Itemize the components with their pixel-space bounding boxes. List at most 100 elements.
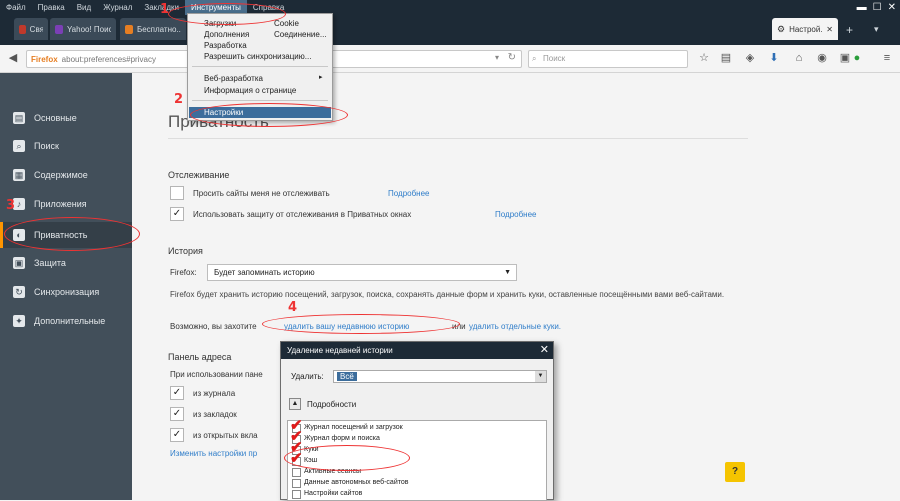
tracking-protection-learn-more-link[interactable]: Подробнее bbox=[495, 210, 537, 219]
sync-icon: ↻ bbox=[13, 286, 25, 298]
sidebar-item-general[interactable]: ▤ Основные bbox=[0, 105, 132, 131]
clear-sessions-checkbox[interactable] bbox=[292, 468, 301, 477]
menu-edit[interactable]: Правка bbox=[32, 0, 71, 15]
menu-item-connection[interactable]: Соединение... bbox=[274, 30, 327, 39]
annotation-ellipse-settings bbox=[190, 103, 348, 127]
favicon-icon bbox=[125, 24, 133, 34]
suggest-bookmarks-checkbox[interactable]: ✓ bbox=[170, 407, 184, 421]
search-placeholder: Поиск bbox=[543, 54, 566, 63]
search-input[interactable]: ⌕ Поиск bbox=[528, 50, 688, 68]
do-not-track-label: Просить сайты меня не отслеживать bbox=[193, 189, 330, 198]
tab-3[interactable]: Бесплатно... bbox=[120, 18, 186, 40]
clear-item-label: Данные автономных веб-сайтов bbox=[304, 479, 409, 486]
divider bbox=[168, 138, 748, 139]
home-icon[interactable]: ⌂ bbox=[792, 51, 806, 65]
minimize-icon[interactable]: ▬ bbox=[857, 0, 867, 15]
maximize-icon[interactable]: ☐ bbox=[873, 0, 882, 15]
sidebar-item-search[interactable]: ⌕ Поиск bbox=[0, 133, 132, 159]
clear-item-label: Журнал форм и поиска bbox=[304, 435, 380, 442]
sidebar-item-label: Приложения bbox=[34, 199, 87, 209]
sidebar-item-security[interactable]: ▣ Защита bbox=[0, 250, 132, 276]
sidebar-item-label: Поиск bbox=[34, 141, 59, 151]
identity-badge[interactable]: Firefox bbox=[31, 55, 58, 64]
tab-label: Настрой... bbox=[789, 24, 822, 34]
close-icon[interactable]: ✕ bbox=[540, 342, 549, 359]
gear-icon: ⚙ bbox=[777, 23, 786, 34]
suggest-bookmarks-label: из закладок bbox=[193, 410, 237, 419]
new-tab-icon[interactable]: + bbox=[846, 23, 853, 37]
tab-preferences[interactable]: ⚙Настрой... ✕ bbox=[772, 18, 838, 40]
navigation-toolbar: ◀ Firefox about:preferences#privacy ▾ ↻ … bbox=[0, 45, 900, 73]
sidebar-item-applications[interactable]: ♪ Приложения bbox=[0, 191, 132, 217]
download-icon[interactable]: ⬇ bbox=[767, 51, 781, 65]
menu-view[interactable]: Вид bbox=[71, 0, 97, 15]
menu-separator bbox=[192, 100, 328, 101]
time-range-select[interactable]: Всё ▼ bbox=[333, 370, 547, 383]
annotation-ellipse-privacy bbox=[4, 217, 140, 251]
menu-history[interactable]: Журнал bbox=[97, 0, 138, 15]
dropdown-arrow-icon[interactable]: ▾ bbox=[495, 53, 499, 62]
suggest-history-label: из журнала bbox=[193, 389, 236, 398]
tracking-protection-checkbox[interactable]: ✓ bbox=[170, 207, 184, 221]
clear-offline-data-checkbox[interactable] bbox=[292, 479, 301, 488]
menu-item-page-info[interactable]: Информация о странице bbox=[204, 86, 296, 95]
bookmark-star-icon[interactable]: ☆ bbox=[697, 51, 711, 65]
tab-1[interactable]: Свяжитесь с... bbox=[14, 18, 48, 40]
menu-item-sync[interactable]: Разрешить синхронизацию... bbox=[204, 52, 311, 61]
history-description: Firefox будет хранить историю посещений,… bbox=[170, 290, 725, 299]
sidebar-item-content[interactable]: ▦ Содержимое bbox=[0, 162, 132, 188]
search-icon: ⌕ bbox=[13, 140, 25, 152]
tab-list-icon[interactable]: ▾ bbox=[874, 24, 879, 35]
history-mode-select[interactable]: Будет запоминать историю ▼ bbox=[207, 264, 517, 281]
menu-item-develop[interactable]: Разработка bbox=[204, 41, 247, 50]
annotation-ellipse-checkboxes bbox=[284, 445, 410, 471]
bookmarks-list-icon[interactable]: ▤ bbox=[719, 51, 733, 65]
sidebar-item-label: Дополнительные bbox=[34, 316, 106, 326]
pocket-icon[interactable]: ◈ bbox=[743, 51, 757, 65]
hamburger-menu-icon[interactable]: ≡ bbox=[880, 51, 894, 65]
dialog-title: Удаление недавней истории bbox=[281, 342, 553, 359]
suggest-tabs-checkbox[interactable]: ✓ bbox=[170, 428, 184, 442]
suggest-tabs-label: из открытых вкла bbox=[193, 431, 258, 440]
url-text[interactable]: about:preferences#privacy bbox=[62, 55, 156, 64]
annotation-number-4: 4 bbox=[288, 300, 298, 315]
clear-site-prefs-checkbox[interactable] bbox=[292, 490, 301, 499]
menu-item-cookies[interactable]: Cookie bbox=[274, 19, 299, 28]
details-label: Подробности bbox=[307, 400, 357, 409]
address-bar-heading: Панель адреса bbox=[168, 352, 232, 362]
annotation-ellipse-tools bbox=[168, 3, 286, 25]
menu-item-addons[interactable]: Дополнения bbox=[204, 30, 249, 39]
submenu-arrow-icon: ▸ bbox=[319, 74, 323, 81]
help-button[interactable]: ? bbox=[725, 462, 745, 482]
tab-2[interactable]: Yahoo! Поиск... bbox=[50, 18, 116, 40]
close-icon[interactable]: ✕ bbox=[826, 25, 833, 34]
do-not-track-learn-more-link[interactable]: Подробнее bbox=[388, 189, 430, 198]
reader-icon[interactable]: ◉ bbox=[815, 51, 829, 65]
sidebar-item-advanced[interactable]: ✦ Дополнительные bbox=[0, 308, 132, 334]
sidebar-item-label: Содержимое bbox=[34, 170, 88, 180]
maybe-text: Возможно, вы захотите bbox=[170, 322, 257, 331]
reload-icon[interactable]: ↻ bbox=[508, 52, 516, 63]
sidebar-item-label: Основные bbox=[34, 113, 77, 123]
annotation-number-3: 3 bbox=[6, 198, 16, 213]
details-toggle-icon[interactable]: ▲ bbox=[289, 398, 301, 410]
tracking-heading: Отслеживание bbox=[168, 170, 230, 180]
menu-bar: Файл Правка Вид Журнал Закладки Инструме… bbox=[0, 0, 900, 15]
page-icon: ▤ bbox=[13, 112, 25, 124]
firefox-will-label: Firefox: bbox=[170, 268, 197, 277]
history-mode-value: Будет запоминать историю bbox=[214, 268, 315, 277]
do-not-track-checkbox[interactable] bbox=[170, 186, 184, 200]
annotation-ellipse-clear-link bbox=[262, 314, 460, 334]
close-window-icon[interactable]: ✕ bbox=[888, 0, 896, 15]
change-suggestion-prefs-link[interactable]: Изменить настройки пр bbox=[170, 449, 257, 458]
menu-item-web-developer[interactable]: Веб-разработка bbox=[204, 74, 263, 83]
addon-icon[interactable]: ● bbox=[850, 51, 864, 65]
sidebar-item-sync[interactable]: ↻ Синхронизация bbox=[0, 279, 132, 305]
back-icon[interactable]: ◀ bbox=[6, 51, 20, 65]
remove-cookies-link[interactable]: удалить отдельные куки. bbox=[469, 322, 561, 331]
menu-file[interactable]: Файл bbox=[0, 0, 32, 15]
favicon-icon bbox=[19, 24, 26, 34]
suggest-history-checkbox[interactable]: ✓ bbox=[170, 386, 184, 400]
tab-label: Свяжитесь с... bbox=[29, 24, 43, 34]
time-range-value: Всё bbox=[337, 372, 357, 381]
